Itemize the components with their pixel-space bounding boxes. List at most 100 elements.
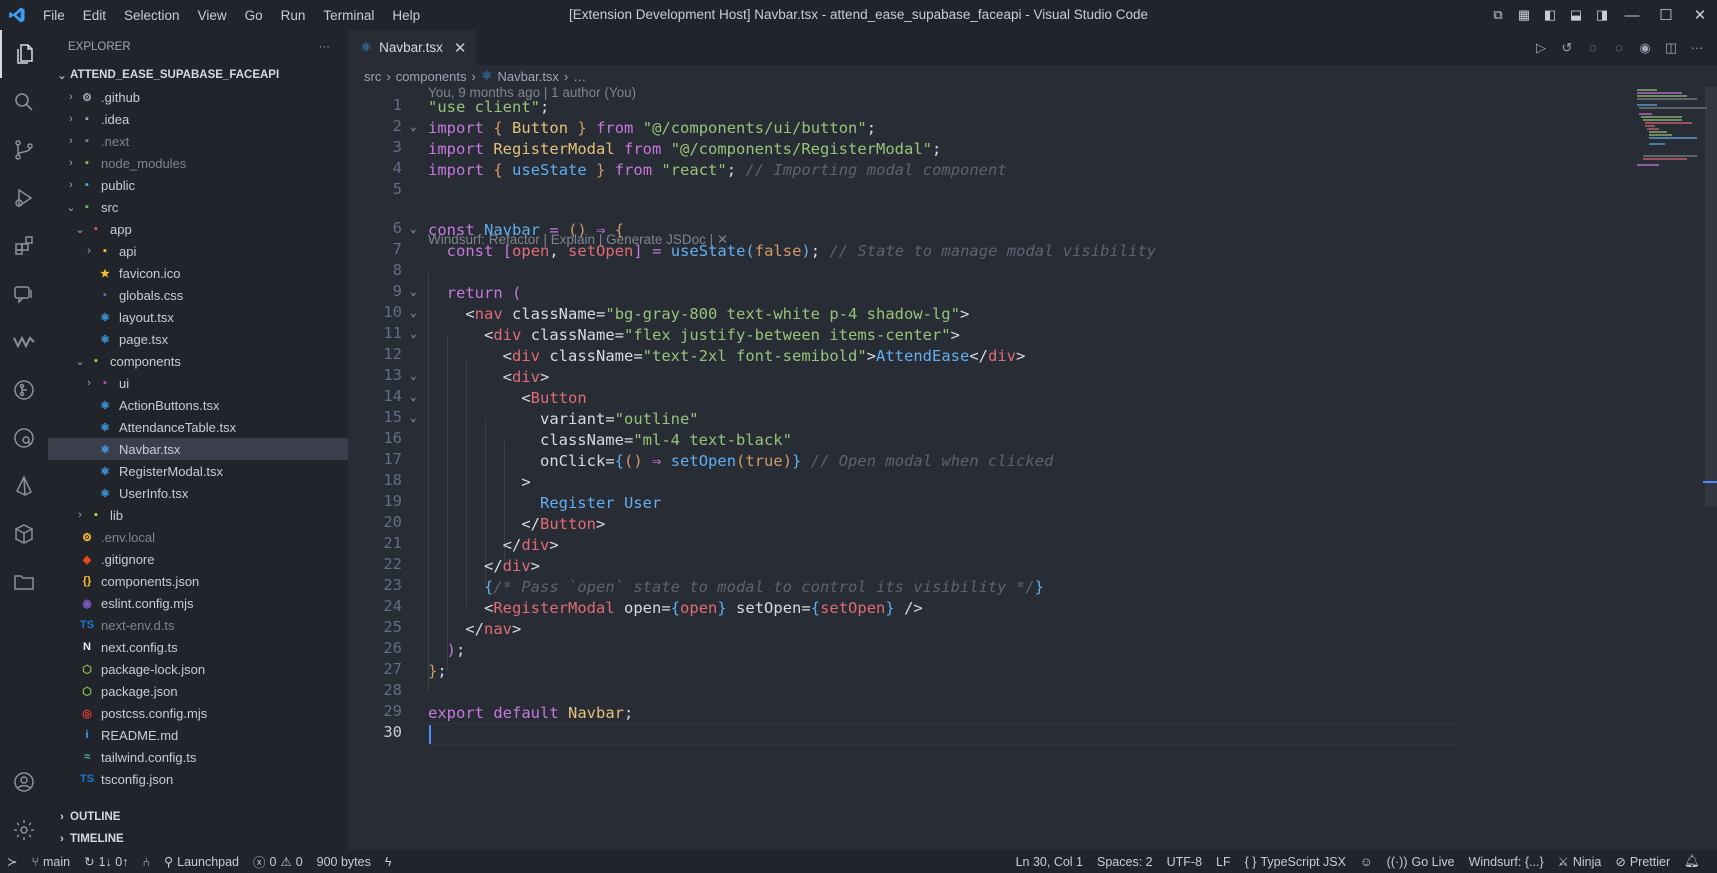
tree-item[interactable]: ⌄ ▪ components [48,350,348,372]
minimize-icon[interactable]: — [1615,7,1649,24]
tree-item[interactable]: TS tsconfig.json [48,768,348,790]
tree-item[interactable]: › ⚙ .github [48,86,348,108]
tab-navbar-tsx[interactable]: ⚛ Navbar.tsx ✕ [348,30,477,65]
extensions-icon[interactable] [0,222,48,270]
previous-change-icon[interactable]: ◌ [1583,40,1603,55]
breadcrumb-components[interactable]: components [396,69,467,84]
timeline-section[interactable]: › TIMELINE [48,828,348,850]
language-mode[interactable]: { } TypeScript JSX [1238,855,1353,869]
ninja-status[interactable]: ⚔ Ninja [1551,854,1609,870]
end-of-line[interactable]: LF [1209,855,1238,869]
tree-item[interactable]: › ▪ .next [48,130,348,152]
open-changes-icon[interactable]: ↺ [1557,40,1577,56]
problems-indicator[interactable]: ⓧ 0 ⚠ 0 [246,852,310,871]
git-branch[interactable]: ⑂ main [24,855,77,869]
more-editor-actions-icon[interactable]: ··· [1687,40,1707,55]
tree-item[interactable]: ▪ globals.css [48,284,348,306]
git-sync[interactable]: ↻ 1↓ 0↑ [77,854,135,870]
tree-item[interactable]: ★ favicon.ico [48,262,348,284]
tree-item[interactable]: ◎ postcss.config.mjs [48,702,348,724]
project-manager-icon[interactable] [0,558,48,606]
prisma-icon[interactable] [0,462,48,510]
fold-chevron-icon[interactable]: ⌄ [410,411,417,424]
notifications-button[interactable]: 🔔︎ [1677,854,1707,869]
tree-item[interactable]: ◉ eslint.config.mjs [48,592,348,614]
copilot-icon[interactable]: ⧉ [1485,7,1511,23]
layout-icon[interactable]: ▦ [1511,7,1537,23]
tree-item[interactable]: ⚛ UserInfo.tsx [48,482,348,504]
tree-item[interactable]: Nnext.config.ts [48,636,348,658]
tree-item[interactable]: i README.md [48,724,348,746]
fold-chevron-icon[interactable]: ⌄ [410,120,417,133]
minimap[interactable] [1597,87,1717,847]
toggle-panel-icon[interactable]: ⬓ [1563,7,1589,23]
breadcrumb-src[interactable]: src [364,69,381,84]
menu-go[interactable]: Go [236,8,272,23]
tree-item[interactable]: ⚛ page.tsx [48,328,348,350]
breadcrumb-file[interactable]: Navbar.tsx [498,69,559,84]
run-icon[interactable]: ▷ [1531,40,1551,56]
tree-item[interactable]: ⬡ package.json [48,680,348,702]
toggle-sidebar-icon[interactable]: ◧ [1537,7,1563,23]
workspace-root-folder[interactable]: ⌄ ATTEND_EASE_SUPABASE_FACEAPI [48,64,348,86]
maximize-icon[interactable]: ☐ [1649,6,1683,24]
source-control-icon[interactable] [0,126,48,174]
tree-item[interactable]: ≈ tailwind.config.ts [48,746,348,768]
search-icon[interactable] [0,78,48,126]
tree-item[interactable]: › ▪ api [48,240,348,262]
tree-item[interactable]: ⌄ ▪ app [48,218,348,240]
account-icon[interactable] [0,758,48,806]
encoding[interactable]: UTF-8 [1160,855,1209,869]
tree-item[interactable]: › ▪ ui [48,372,348,394]
fold-chevron-icon[interactable]: ⌄ [410,390,417,403]
menu-file[interactable]: File [34,8,74,23]
explorer-icon[interactable] [0,30,48,78]
cursor-position[interactable]: Ln 30, Col 1 [1009,855,1090,869]
tree-item[interactable]: ⚛ RegisterModal.tsx [48,460,348,482]
fold-chevron-icon[interactable]: ⌄ [410,369,417,382]
more-actions-icon[interactable]: ··· [319,41,331,53]
tree-item[interactable]: ⌄ ▪ src [48,196,348,218]
tree-item[interactable]: TS next-env.d.ts [48,614,348,636]
copilot-status[interactable]: ☺ [1353,855,1380,869]
gitlens-inspect-icon[interactable] [0,414,48,462]
next-change-icon[interactable]: ◌ [1609,40,1629,55]
run-debug-icon[interactable] [0,174,48,222]
launchpad-button[interactable]: ⚲ Launchpad [157,854,246,870]
split-editor-icon[interactable]: ◫ [1661,40,1681,56]
remote-indicator[interactable]: ≻ [0,854,24,869]
go-live-button[interactable]: ((·)) Go Live [1380,855,1462,869]
menu-view[interactable]: View [189,8,236,23]
tree-item[interactable]: › ▪ public [48,174,348,196]
remote-chat-icon[interactable] [0,270,48,318]
fold-chevron-icon[interactable]: ⌄ [410,222,417,235]
tree-item[interactable]: › ▪ .idea [48,108,348,130]
menu-edit[interactable]: Edit [74,8,115,23]
vertical-scrollbar[interactable] [1705,87,1717,507]
close-window-icon[interactable]: ✕ [1683,6,1717,24]
tree-item[interactable]: ⚛ layout.tsx [48,306,348,328]
tree-item[interactable]: › ▪ lib [48,504,348,526]
indentation[interactable]: Spaces: 2 [1090,855,1160,869]
lightning-button[interactable]: ϟ [378,855,399,869]
tree-item[interactable]: ⚛ Navbar.tsx [48,438,348,460]
windsurf-icon[interactable] [0,318,48,366]
windsurf-status[interactable]: Windsurf: {...} [1462,855,1551,869]
menu-selection[interactable]: Selection [115,8,189,23]
fold-chevron-icon[interactable]: ⌄ [410,306,417,319]
outline-section[interactable]: › OUTLINE [48,806,348,828]
gitlens-icon[interactable] [0,366,48,414]
tree-item[interactable]: › ▪ node_modules [48,152,348,174]
tree-item[interactable]: ◆ .gitignore [48,548,348,570]
menu-help[interactable]: Help [383,8,429,23]
tree-item[interactable]: ⚛ ActionButtons.tsx [48,394,348,416]
package-icon[interactable] [0,510,48,558]
toggle-secondary-sidebar-icon[interactable]: ◨ [1589,7,1615,23]
fold-chevron-icon[interactable]: ⌄ [410,285,417,298]
menu-run[interactable]: Run [272,8,315,23]
tree-item[interactable]: {} components.json [48,570,348,592]
settings-gear-icon[interactable] [0,806,48,854]
tree-item[interactable]: ⬡ package-lock.json [48,658,348,680]
tree-item[interactable]: ⚛ AttendanceTable.tsx [48,416,348,438]
close-tab-icon[interactable]: ✕ [454,39,467,57]
